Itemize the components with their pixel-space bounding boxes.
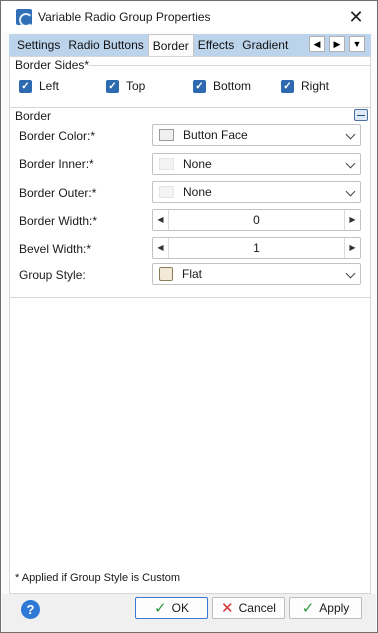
group-style-value: Flat [182,267,203,281]
color-swatch [159,158,174,170]
ok-label: OK [171,601,189,615]
right-checkbox[interactable]: ✓ [281,79,294,93]
tab-menu-button[interactable]: ▼ [349,36,365,52]
group-style-select[interactable]: Flat [152,263,361,285]
close-button[interactable]: ✕ [344,6,368,28]
group-style-icon [159,267,173,281]
border-color-label: Border Color:* [19,129,96,143]
top-checkbox[interactable]: ✓ [106,79,119,93]
chevron-down-icon [345,158,356,169]
help-icon[interactable]: ? [21,600,40,619]
border-width-spinner[interactable]: ◀ 0 ▶ [152,209,361,231]
border-color-select[interactable]: Button Face [152,124,361,146]
top-label: Top [126,79,146,93]
tab-radio-buttons[interactable]: Radio Buttons [64,34,147,56]
border-section-label: Border [15,109,52,123]
border-outer-value: None [183,185,212,199]
check-icon: ✓ [154,600,167,617]
border-outer-select[interactable]: None [152,181,361,203]
bevel-width-value[interactable]: 1 [169,238,344,258]
decrement-button[interactable]: ◀ [153,210,169,230]
border-sides-label: Border Sides* [15,58,90,72]
tab-settings[interactable]: Settings [13,34,64,56]
footnote-text: * Applied if Group Style is Custom [15,572,181,584]
title-bar[interactable]: Variable Radio Group Properties ✕ [2,2,376,32]
tab-effects[interactable]: Effects [194,34,238,56]
border-width-label: Border Width:* [19,214,98,228]
bottom-checkbox-item[interactable]: ✓ Bottom [193,78,251,94]
color-swatch [159,129,174,141]
apply-button[interactable]: ✓ Apply [289,597,362,619]
tab-strip: Settings Radio Buttons Border Effects Gr… [9,34,371,56]
top-checkbox-item[interactable]: ✓ Top [106,78,145,94]
tab-next-button[interactable]: ▶ [329,36,345,52]
decrement-button[interactable]: ◀ [153,238,169,258]
border-color-value: Button Face [183,128,248,142]
border-sides-divider [88,65,370,66]
border-inner-label: Border Inner:* [19,157,94,171]
bottom-checkbox[interactable]: ✓ [193,79,206,93]
chevron-down-icon [345,186,356,197]
color-swatch [159,186,174,198]
collapse-icon[interactable] [354,109,368,121]
border-section-bottom [10,297,370,298]
border-outer-label: Border Outer:* [19,186,97,200]
tab-gradient[interactable]: Gradient [238,34,292,56]
border-inner-value: None [183,157,212,171]
right-checkbox-item[interactable]: ✓ Right [281,78,329,94]
cancel-label: Cancel [238,601,276,615]
group-style-label: Group Style: [19,268,86,282]
double-check-icon: ✓ [301,600,315,617]
apply-label: Apply [319,601,350,615]
border-section-divider [10,107,370,108]
border-inner-select[interactable]: None [152,153,361,175]
cancel-button[interactable]: ✕ Cancel [212,597,285,619]
right-label: Right [301,79,330,93]
border-width-value[interactable]: 0 [169,210,344,230]
bottom-label: Bottom [213,79,252,93]
left-label: Left [39,79,60,93]
left-checkbox[interactable]: ✓ [19,79,32,93]
window-title: Variable Radio Group Properties [38,10,211,24]
tab-prev-button[interactable]: ◀ [309,36,325,52]
chevron-down-icon [345,129,356,140]
ok-button[interactable]: ✓ OK [135,597,208,619]
increment-button[interactable]: ▶ [344,210,360,230]
chevron-down-icon [345,268,356,279]
bevel-width-label: Bevel Width:* [19,242,92,256]
properties-window: Variable Radio Group Properties ✕ Settin… [0,0,378,633]
tab-border[interactable]: Border [147,34,194,56]
bevel-width-spinner[interactable]: ◀ 1 ▶ [152,237,361,259]
radio-group-app-icon [16,9,32,25]
x-icon: ✕ [221,600,234,617]
increment-button[interactable]: ▶ [344,238,360,258]
left-checkbox-item[interactable]: ✓ Left [19,78,59,94]
